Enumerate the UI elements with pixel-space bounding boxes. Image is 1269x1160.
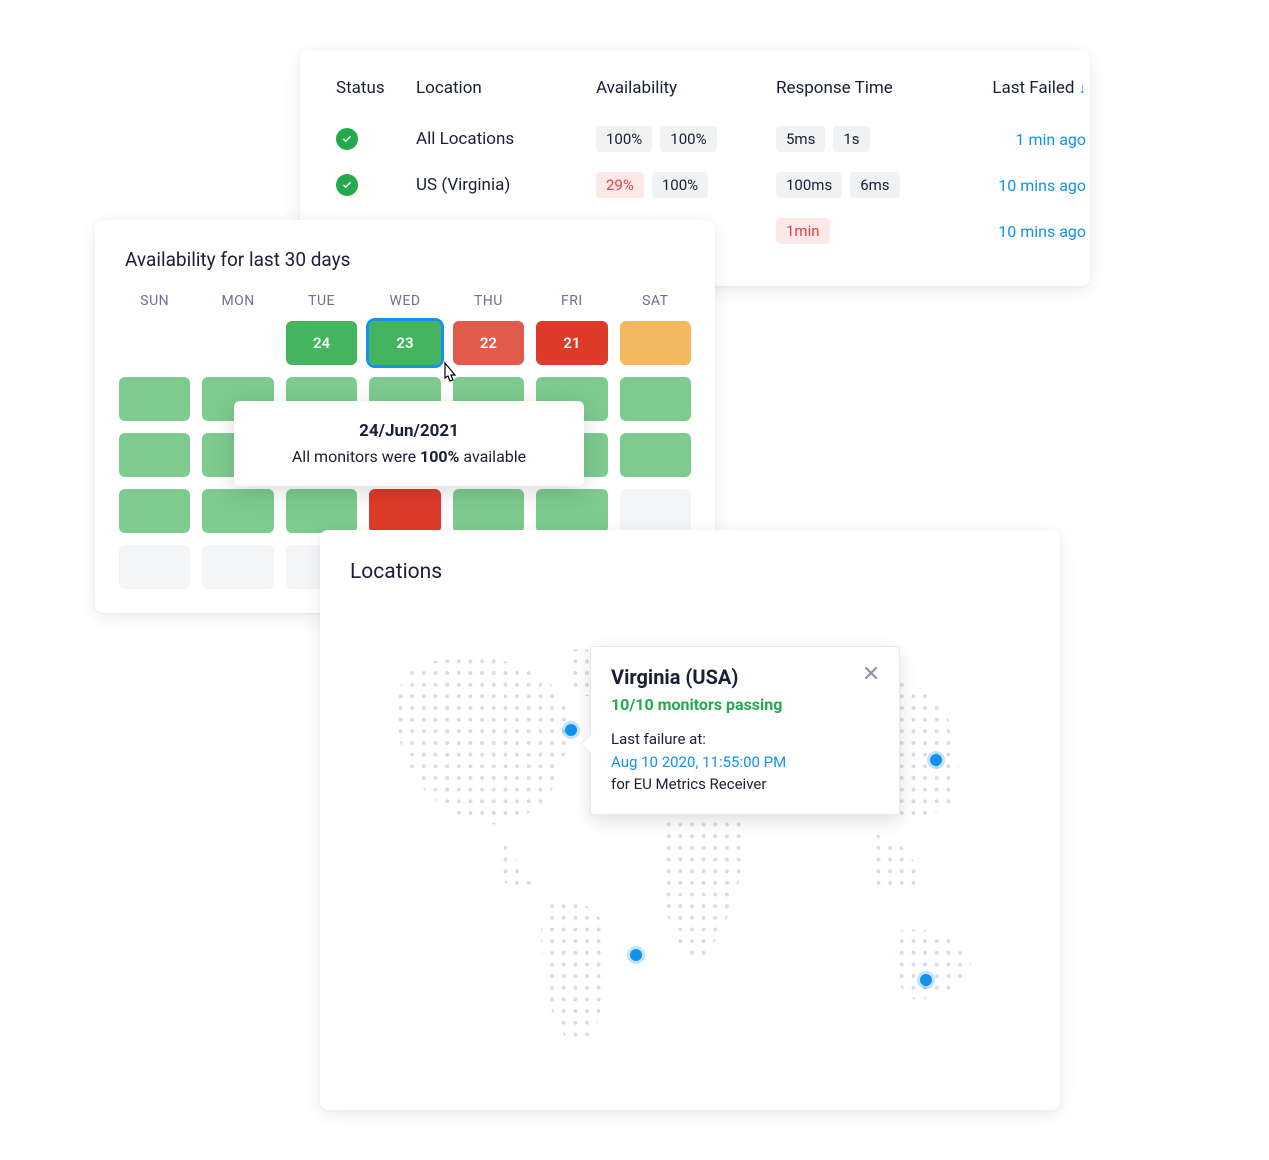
world-map[interactable]: Virginia (USA) 10/10 monitors passing La…: [350, 604, 1030, 1084]
col-availability: Availability: [596, 78, 766, 116]
dow-label: FRI: [536, 293, 607, 309]
col-response-time: Response Time: [776, 78, 956, 116]
col-last-failed[interactable]: Last Failed ↓: [992, 78, 1086, 116]
status-ok-icon: [336, 128, 358, 150]
map-marker[interactable]: [920, 974, 932, 986]
calendar-cell[interactable]: [119, 489, 190, 533]
popover-status: 10/10 monitors passing: [611, 695, 879, 714]
tooltip-percent: 100%: [420, 447, 459, 466]
calendar-cell: [620, 489, 691, 533]
sort-down-icon: ↓: [1079, 79, 1087, 97]
calendar-cell[interactable]: [620, 433, 691, 477]
calendar-cell[interactable]: [119, 377, 190, 421]
location-name: All Locations: [416, 129, 586, 149]
response-pill: 1s: [833, 126, 869, 152]
calendar-cell[interactable]: 24: [286, 321, 357, 365]
last-failed-link[interactable]: 1 min ago: [1016, 130, 1087, 149]
calendar-title: Availability for last 30 days: [119, 248, 691, 271]
dow-label: MON: [202, 293, 273, 309]
location-name: US (Virginia): [416, 175, 586, 195]
popover-title: Virginia (USA): [611, 665, 738, 689]
location-popover: Virginia (USA) 10/10 monitors passing La…: [590, 646, 900, 815]
popover-fail-label: Last failure at:: [611, 728, 879, 751]
availability-cells: 29% 100%: [596, 172, 766, 198]
col-status: Status: [336, 78, 406, 116]
tooltip-body: All monitors were 100% available: [258, 447, 560, 466]
calendar-cell: [202, 321, 273, 365]
last-failed-link[interactable]: 10 mins ago: [998, 222, 1086, 241]
close-icon[interactable]: [863, 665, 879, 685]
response-pill: 1min: [776, 218, 830, 244]
calendar-cell[interactable]: [453, 489, 524, 533]
calendar-cell[interactable]: [119, 433, 190, 477]
tooltip-suffix: available: [459, 447, 526, 466]
response-cells: 1min: [776, 218, 956, 244]
response-pill: 6ms: [850, 172, 899, 198]
availability-pill: 100%: [652, 172, 708, 198]
response-cells: 5ms 1s: [776, 126, 956, 152]
dow-label: SAT: [620, 293, 691, 309]
last-failed-link[interactable]: 10 mins ago: [998, 176, 1086, 195]
col-last-failed-label: Last Failed: [992, 78, 1074, 98]
dow-label: THU: [453, 293, 524, 309]
calendar-cell[interactable]: 23: [369, 321, 440, 365]
calendar-cell[interactable]: [536, 489, 607, 533]
popover-fail-for: for EU Metrics Receiver: [611, 773, 879, 796]
response-cells: 100ms 6ms: [776, 172, 956, 198]
popover-fail-time[interactable]: Aug 10 2020, 11:55:00 PM: [611, 753, 786, 771]
calendar-cell[interactable]: [286, 489, 357, 533]
availability-cells: 100% 100%: [596, 126, 766, 152]
calendar-cell: [119, 545, 190, 589]
locations-title: Locations: [350, 560, 1030, 584]
dow-label: SUN: [119, 293, 190, 309]
map-marker[interactable]: [565, 724, 577, 736]
calendar-tooltip: 24/Jun/2021 All monitors were 100% avail…: [234, 401, 584, 486]
response-pill: 100ms: [776, 172, 842, 198]
response-pill: 5ms: [776, 126, 825, 152]
tooltip-date: 24/Jun/2021: [258, 421, 560, 441]
status-ok-icon: [336, 174, 358, 196]
status-table-header: Status Location Availability Response Ti…: [336, 78, 1054, 116]
availability-pill: 29%: [596, 172, 644, 198]
map-marker[interactable]: [630, 949, 642, 961]
calendar-cell[interactable]: 21: [536, 321, 607, 365]
locations-card: Locations: [320, 530, 1060, 1110]
dow-label: WED: [369, 293, 440, 309]
table-row[interactable]: All Locations 100% 100% 5ms 1s 1 min ago: [336, 116, 1054, 162]
calendar-cell[interactable]: 22: [453, 321, 524, 365]
col-location: Location: [416, 78, 586, 116]
availability-pill: 100%: [596, 126, 652, 152]
calendar-cell[interactable]: [202, 489, 273, 533]
table-row[interactable]: US (Virginia) 29% 100% 100ms 6ms 10 mins…: [336, 162, 1054, 208]
map-marker[interactable]: [930, 754, 942, 766]
calendar-cell[interactable]: [369, 489, 440, 533]
calendar-cell[interactable]: [620, 321, 691, 365]
dow-label: TUE: [286, 293, 357, 309]
availability-pill: 100%: [660, 126, 716, 152]
calendar-cell[interactable]: [620, 377, 691, 421]
calendar-cell: [119, 321, 190, 365]
tooltip-prefix: All monitors were: [292, 447, 420, 466]
day-of-week-row: SUN MON TUE WED THU FRI SAT: [119, 293, 691, 309]
calendar-cell: [202, 545, 273, 589]
